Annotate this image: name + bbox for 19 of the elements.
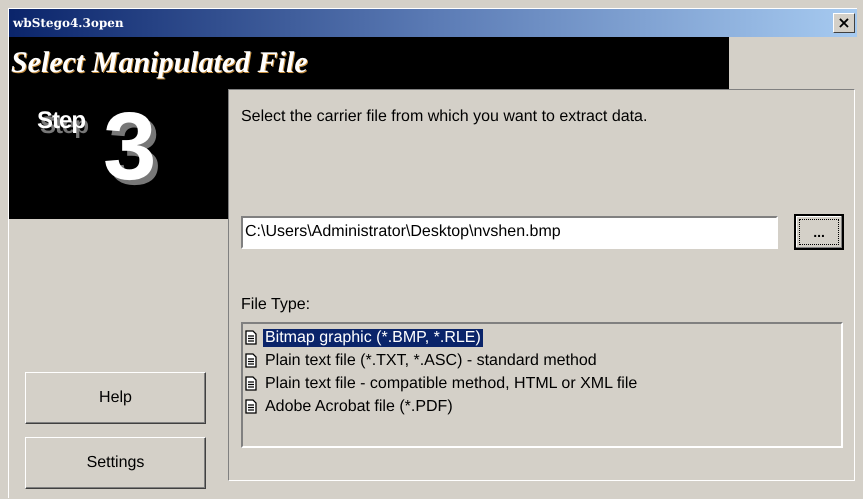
file-type-option[interactable]: Plain text file (*.TXT, *.ASC) - standard method <box>263 352 599 370</box>
browse-button[interactable]: ... <box>794 214 844 250</box>
instruction-text: Select the carrier file from which you want to extract data. <box>241 108 648 126</box>
document-icon <box>245 376 257 391</box>
file-type-option[interactable]: Adobe Acrobat file (*.PDF) <box>263 398 455 416</box>
file-type-option[interactable]: Plain text file - compatible method, HTML or XML file <box>263 374 640 392</box>
file-type-option[interactable]: Bitmap graphic (*.BMP, *.RLE) <box>263 328 483 346</box>
step-label: Step <box>37 107 86 135</box>
file-type-label: File Type: <box>241 296 312 314</box>
close-button[interactable]: × <box>833 13 855 33</box>
file-path-field[interactable]: C:\Users\Administrator\Desktop\nvshen.bmp <box>241 216 778 248</box>
step-number: 3 <box>103 99 156 195</box>
document-icon <box>245 399 257 414</box>
document-icon <box>245 330 257 345</box>
window-title: wbStego4.3open <box>13 16 124 30</box>
page-title: Select Manipulated File <box>11 46 308 80</box>
dialog-button[interactable]: Help <box>25 372 206 424</box>
document-icon <box>245 353 257 368</box>
dialog-button[interactable]: Settings <box>25 437 206 489</box>
